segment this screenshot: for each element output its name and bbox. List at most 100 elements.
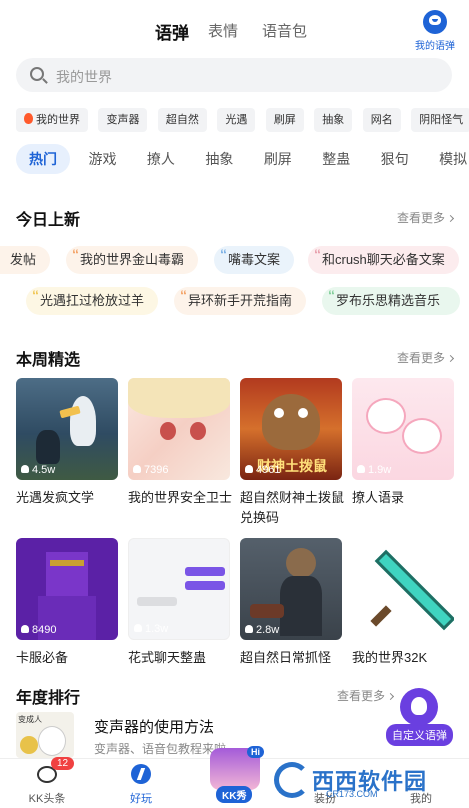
category-prank[interactable]: 整蛊 (310, 144, 362, 174)
tab-yudan[interactable]: 语弹 (155, 19, 189, 48)
weekly-card[interactable]: 1.9w 撩人语录 (352, 378, 454, 508)
user-icon (357, 465, 365, 473)
card-thumbnail: 2.8w (240, 538, 342, 640)
play-count: 4961 (245, 464, 280, 476)
category-flirt[interactable]: 撩人 (135, 144, 187, 174)
card-thumbnail: 4.5w (16, 378, 118, 480)
weekly-card[interactable]: 1.3w 花式聊天整蛊 (128, 538, 230, 668)
lightning-icon (129, 763, 153, 787)
tag-label: 发帖 (10, 252, 37, 267)
card-thumbnail: 8490 (16, 538, 118, 640)
watermark-sub: CR173.COM (326, 789, 378, 799)
tag-label: 异环新手开荒指南 (188, 293, 293, 308)
tag-label: 我的世界金山毒霸 (80, 252, 185, 267)
weekly-more-label: 查看更多 (396, 351, 445, 365)
tag-label: 和crush聊天必备文案 (322, 252, 445, 267)
hi-badge: Hi (247, 746, 264, 758)
today-more-link[interactable]: 查看更多 (397, 209, 455, 226)
play-count: 4.9w (357, 624, 391, 636)
card-title: 花式聊天整蛊 (128, 650, 207, 665)
chip-sky[interactable]: 光遇 (217, 108, 256, 132)
today-tag[interactable]: “罗布乐思精选音乐 (322, 287, 461, 315)
user-icon (21, 625, 29, 633)
card-thumbnail: 4.9w (352, 538, 454, 640)
card-title: 超自然财神土拨鼠兑换码 (240, 490, 345, 525)
play-count: 8490 (21, 624, 56, 636)
fire-icon (24, 113, 33, 124)
weekly-card[interactable]: 7396 我的世界安全卫士 (128, 378, 232, 508)
card-title: 光遇发疯文学 (16, 490, 95, 505)
tab-voice-pack[interactable]: 语音包 (262, 20, 307, 41)
play-count: 2.8w (245, 624, 279, 636)
custom-danmu-button[interactable]: 自定义语弹 (386, 688, 453, 746)
category-hot[interactable]: 热门 (16, 144, 70, 174)
card-title: 撩人语录 (352, 490, 405, 505)
rank-item-thumbnail[interactable]: 变成人 (16, 712, 74, 758)
notification-badge: 12 (51, 757, 75, 770)
chip-abstract[interactable]: 抽象 (314, 108, 353, 132)
tag-label: 嘴毒文案 (228, 252, 281, 267)
nav-kk-show[interactable]: Hi KK秀 (208, 746, 264, 806)
chip-supernatural[interactable]: 超自然 (157, 108, 207, 132)
quote-icon: “ (328, 287, 335, 303)
chip-minecraft[interactable]: 我的世界 (16, 108, 88, 132)
category-harsh[interactable]: 狠句 (369, 144, 421, 174)
quote-icon: “ (72, 246, 79, 262)
play-count: 1.3w (134, 623, 168, 635)
weekly-card[interactable]: 2.8w 超自然日常抓怪 (240, 538, 342, 668)
chip-nickname[interactable]: 网名 (362, 108, 401, 132)
category-abstract[interactable]: 抽象 (193, 144, 245, 174)
today-tag[interactable]: “异环新手开荒指南 (174, 287, 307, 315)
rank-thumb-label: 变成人 (18, 715, 42, 724)
my-danmu-button[interactable]: 我的语弹 (413, 10, 457, 52)
search-bar[interactable]: 我的世界 (16, 58, 452, 92)
ghost-icon (400, 688, 438, 726)
watermark-logo-icon (274, 762, 310, 798)
today-tag[interactable]: “我的世界金山毒霸 (66, 246, 199, 274)
quote-icon: “ (32, 287, 39, 303)
user-icon (21, 465, 29, 473)
weekly-card[interactable]: 财神土拨鼠 4961 超自然财神土拨鼠兑换码 (240, 378, 345, 528)
nav-kk-headline[interactable]: 12 KK头条 (12, 757, 82, 806)
user-icon (245, 625, 253, 633)
card-title: 我的世界32K (352, 650, 428, 665)
nav-label: 好玩 (130, 793, 152, 805)
hot-keyword-chips: 我的世界 变声器 超自然 光遇 刷屏 抽象 网名 阴阳怪气 (16, 108, 469, 132)
weekly-card[interactable]: 8490 卡服必备 (16, 538, 118, 668)
today-tag[interactable]: “嘴毒文案 (214, 246, 295, 274)
card-thumbnail: 1.9w (352, 378, 454, 480)
card-title: 卡服必备 (16, 650, 69, 665)
today-section-title: 今日上新 (16, 212, 81, 229)
card-thumbnail: 财神土拨鼠 4961 (240, 378, 342, 480)
tab-biaoqing[interactable]: 表情 (208, 20, 238, 41)
user-icon (134, 624, 142, 632)
rank-item-title[interactable]: 变声器的使用方法 (94, 716, 214, 737)
quote-icon: “ (220, 246, 227, 262)
quote-icon: “ (314, 246, 321, 262)
weekly-card[interactable]: 4.9w 我的世界32K (352, 538, 454, 668)
chip-voice-changer[interactable]: 变声器 (98, 108, 148, 132)
custom-danmu-label: 自定义语弹 (386, 724, 453, 746)
card-title: 超自然日常抓怪 (240, 650, 332, 665)
nav-fun[interactable]: 好玩 (106, 763, 176, 806)
today-tag[interactable]: “和crush聊天必备文案 (308, 246, 459, 274)
top-tab-bar: 语弹 表情 语音包 我的语弹 (0, 0, 469, 58)
category-game[interactable]: 游戏 (76, 144, 128, 174)
play-count: 1.9w (357, 464, 391, 476)
today-tag[interactable]: “光遇扛过枪放过羊 (26, 287, 159, 315)
chip-label: 我的世界 (36, 114, 80, 126)
chat-bubble-icon: 12 (35, 757, 75, 787)
weekly-section-title: 本周精选 (16, 352, 81, 369)
annual-more-link[interactable]: 查看更多 (337, 687, 395, 704)
watermark: 西西软件园 CR173.COM (268, 756, 458, 806)
category-spam[interactable]: 刷屏 (252, 144, 304, 174)
category-sim[interactable]: 模拟 (427, 144, 469, 174)
user-avatar-icon (423, 10, 447, 34)
chip-spam[interactable]: 刷屏 (265, 108, 304, 132)
weekly-card[interactable]: 4.5w 光遇发疯文学 (16, 378, 118, 508)
annual-section-title: 年度排行 (16, 690, 81, 707)
today-tag[interactable]: 发帖 (0, 246, 51, 274)
weekly-more-link[interactable]: 查看更多 (396, 349, 455, 366)
play-count: 4.5w (21, 464, 55, 476)
chip-sarcasm[interactable]: 阴阳怪气 (411, 108, 469, 132)
